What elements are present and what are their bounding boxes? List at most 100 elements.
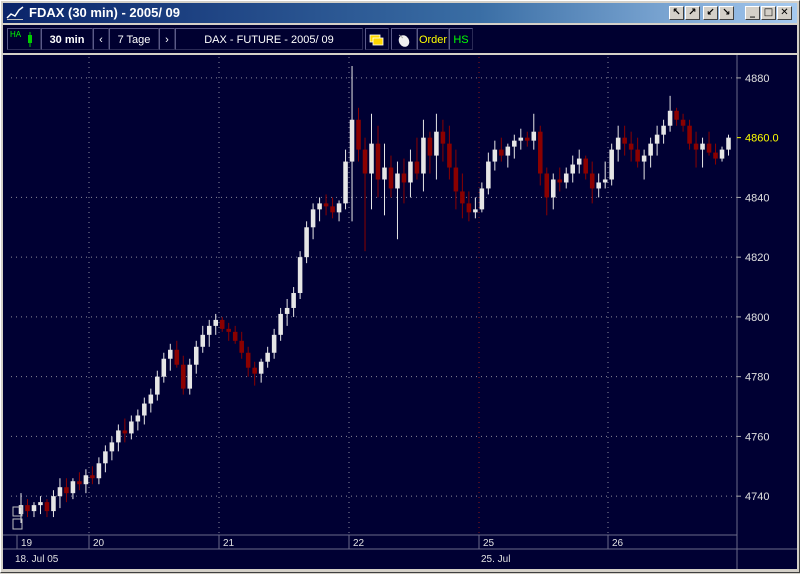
candle-body	[245, 352, 251, 368]
range-next-button[interactable]: ›	[159, 28, 175, 50]
candle-body	[129, 421, 134, 434]
candle-body	[557, 179, 563, 183]
candle-body	[161, 358, 167, 377]
candle-body	[90, 475, 95, 479]
candle-body	[453, 167, 459, 192]
week-date-label: 25. Jul	[481, 554, 510, 565]
price-tick-label: 4740	[745, 491, 769, 503]
candle-body	[563, 173, 569, 183]
candle-body	[635, 149, 640, 162]
candle-body	[343, 161, 348, 204]
candle-body	[648, 143, 653, 156]
candle-body	[304, 227, 309, 258]
price-tick-label: 4820	[745, 252, 769, 264]
candle-body	[96, 463, 102, 479]
candle-body	[700, 143, 705, 150]
candle-body	[25, 505, 30, 512]
candle-body	[719, 149, 725, 159]
candle-body	[531, 131, 537, 141]
price-tick-label: 4840	[745, 192, 769, 204]
candle-body	[473, 209, 478, 213]
candle-body	[336, 203, 342, 213]
candle-body	[641, 155, 647, 162]
candle-body	[726, 137, 731, 150]
candle-body	[51, 496, 56, 512]
chart-type-button[interactable]: HA	[7, 28, 41, 50]
candle-body	[525, 137, 530, 141]
windows-icon	[369, 34, 384, 46]
candle-body	[232, 331, 238, 341]
day-tick-label: 19	[21, 538, 33, 549]
chart-area[interactable]: 4740 4760 4780 4800 4820 4840 4880 19 20 21 22 25 26…	[3, 55, 797, 569]
candle-body	[421, 137, 426, 174]
hs-button[interactable]: HS	[449, 28, 473, 50]
candle-body	[317, 203, 322, 210]
candle-body	[83, 475, 89, 485]
candle-body	[427, 137, 433, 156]
range-selector[interactable]: 7 Tage	[109, 28, 159, 50]
candle-body	[109, 442, 115, 452]
arrange-up-left-button[interactable]: ↖	[669, 6, 684, 20]
arrange-down-right-button[interactable]: ↘	[719, 6, 734, 20]
candle-body	[291, 293, 296, 308]
close-button[interactable]: ✕	[777, 6, 792, 20]
candle-body	[181, 364, 186, 389]
candle-body	[479, 188, 485, 210]
candle-body	[31, 505, 37, 512]
candle-body	[57, 487, 63, 497]
candle-body	[375, 143, 381, 180]
candle-body	[570, 164, 575, 174]
candle-icon	[28, 32, 32, 47]
instrument-label[interactable]: DAX - FUTURE - 2005/ 09	[175, 28, 363, 50]
mouse-mode-button[interactable]	[391, 28, 417, 50]
day-tick-label: 26	[612, 538, 624, 549]
range-prev-button[interactable]: ‹	[93, 28, 109, 50]
last-price-label: 4860.0	[745, 133, 779, 145]
candle-body	[142, 403, 147, 416]
candle-body	[258, 361, 264, 374]
candle-body	[713, 152, 718, 159]
candle-body	[330, 206, 335, 213]
candle-body	[395, 173, 400, 189]
candle-body	[609, 149, 614, 180]
minimize-button[interactable]: _	[745, 6, 760, 20]
price-tick-label: 4760	[745, 431, 769, 443]
interval-selector[interactable]: 30 min	[41, 28, 93, 50]
candle-body	[460, 191, 465, 204]
candle-body	[116, 430, 121, 443]
candle-body	[382, 167, 387, 180]
title-bar[interactable]: FDAX (30 min) - 2005/ 09 ↖ ↗ ↙ ↘ _ □ ✕	[3, 3, 797, 23]
candle-body	[589, 173, 595, 189]
order-button[interactable]: Order	[417, 28, 449, 50]
candle-body	[492, 149, 498, 162]
windows-button[interactable]	[365, 28, 389, 50]
week-date-label: 18. Jul 05	[15, 554, 59, 565]
candle-body	[310, 209, 316, 228]
candle-body	[18, 505, 24, 515]
candle-body	[356, 119, 361, 150]
candle-body	[388, 167, 394, 189]
candle-body	[349, 119, 355, 162]
maximize-button[interactable]: □	[761, 6, 776, 20]
arrange-up-right-button[interactable]: ↗	[685, 6, 700, 20]
candlestick-chart[interactable]: 4740 4760 4780 4800 4820 4840 4880 19 20 21 22 25 26…	[3, 55, 797, 569]
day-tick-label: 20	[93, 538, 105, 549]
candle-body	[654, 134, 660, 144]
chart-app-icon	[6, 6, 24, 20]
candle-body	[512, 140, 517, 147]
candle-body	[596, 182, 601, 189]
candle-body	[369, 143, 374, 174]
candle-body	[706, 143, 712, 153]
candle-body	[622, 137, 627, 144]
price-tick-label: 4880	[745, 73, 769, 85]
candle-body	[440, 131, 446, 144]
candle-body	[680, 119, 686, 126]
candle-body	[538, 131, 543, 174]
candle-body	[583, 158, 588, 174]
candle-body	[505, 146, 511, 156]
chart-window: FDAX (30 min) - 2005/ 09 ↖ ↗ ↙ ↘ _ □ ✕ H…	[0, 0, 800, 573]
price-tick-label: 4780	[745, 372, 769, 384]
arrange-down-left-button[interactable]: ↙	[703, 6, 718, 20]
candle-body	[628, 143, 634, 150]
day-tick-label: 25	[483, 538, 495, 549]
